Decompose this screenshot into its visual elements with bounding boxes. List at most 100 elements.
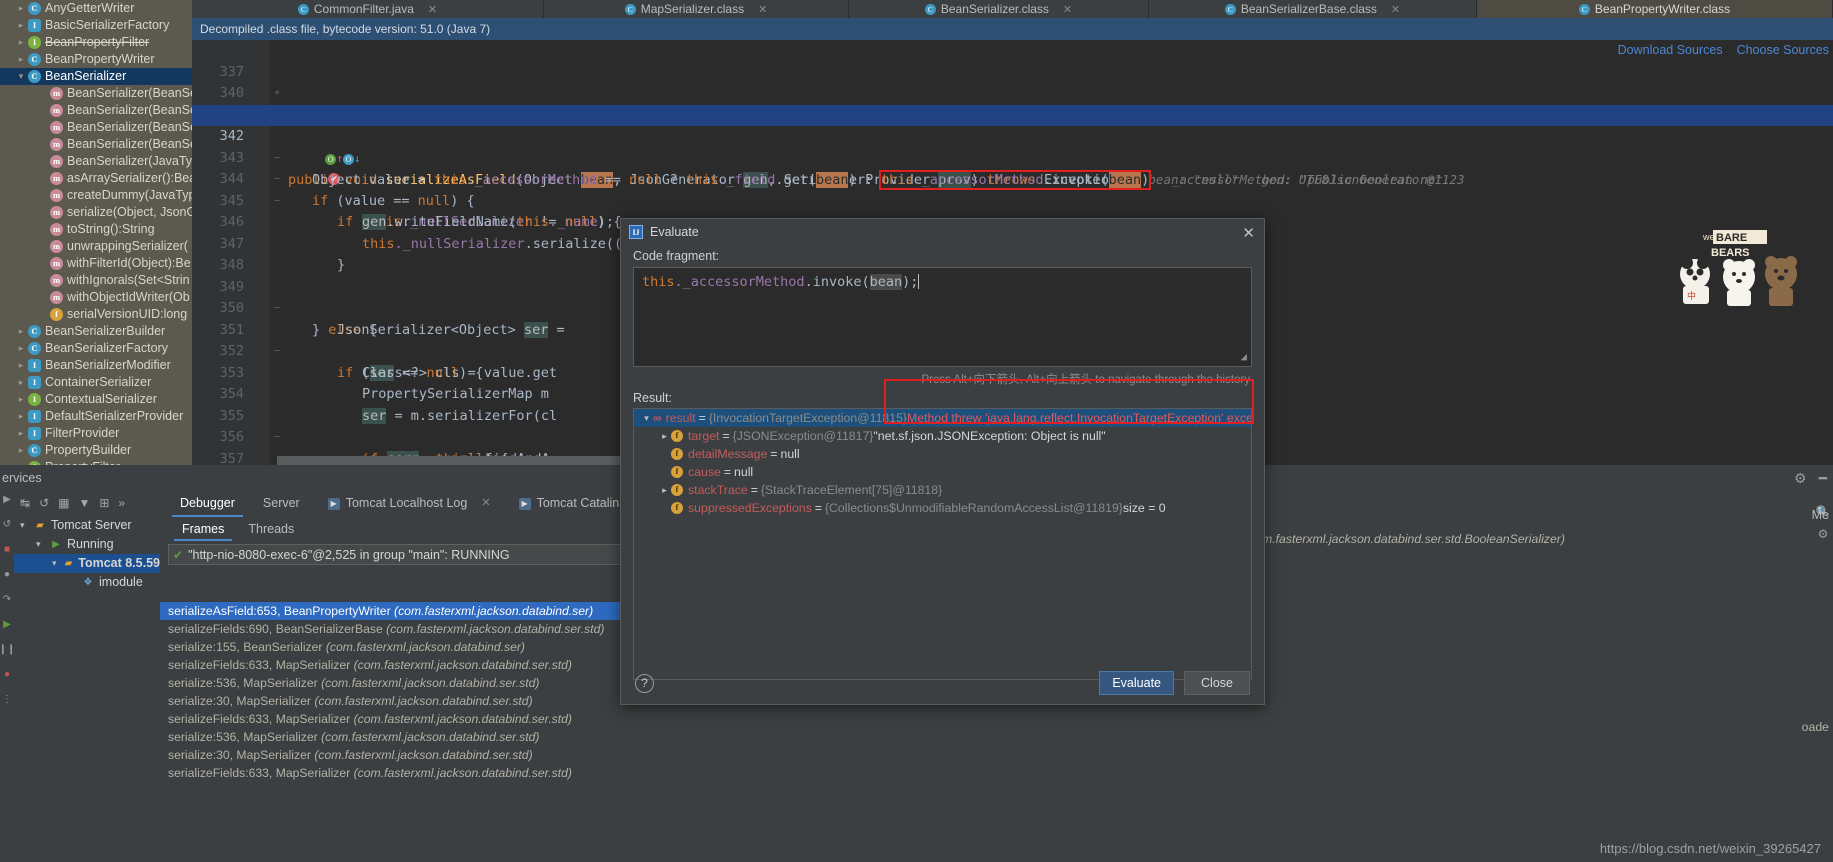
chevron-right-icon[interactable]: ▸ [658, 481, 671, 499]
editor-tab-beanpropertywriter-class[interactable]: C BeanPropertyWriter.class [1477, 0, 1833, 18]
tree-item-withfilterid-object-be[interactable]: m withFilterId(Object):Be [0, 255, 192, 272]
tree-item-withobjectidwriter-ob[interactable]: m withObjectIdWriter(Ob [0, 289, 192, 306]
result-tree[interactable]: ▾ ∞ result = {InvocationTargetException@1181… [633, 408, 1252, 680]
more-options-icon[interactable]: » [118, 496, 125, 510]
tree-item-filterprovider[interactable]: ▸ I FilterProvider [0, 425, 192, 442]
code-line[interactable]: 343 − if (value == null) { [192, 126, 1833, 209]
tree-item-beanserializerbuilder[interactable]: ▸ C BeanSerializerBuilder [0, 323, 192, 340]
filter-icon[interactable]: ▼ [78, 496, 90, 510]
tree-item-beanserializer-beanse[interactable]: m BeanSerializer(BeanSe [0, 85, 192, 102]
close-button[interactable]: Close [1184, 671, 1250, 695]
settings-icon[interactable]: ⚙ [1813, 527, 1833, 541]
close-icon[interactable]: ✕ [1063, 3, 1072, 16]
chevron-right-icon[interactable]: ▸ [14, 17, 28, 34]
debug-tab-server[interactable]: Server [249, 490, 314, 517]
result-row-cause[interactable]: f cause = null [634, 463, 1251, 481]
add-tab-icon[interactable]: ⊞ [99, 496, 109, 510]
close-icon[interactable]: ✕ [481, 490, 490, 517]
services-toolbar[interactable]: ↹ ↺ ▦ ▼ ⊞ » [14, 490, 160, 516]
resume-icon[interactable]: ▶ [3, 619, 11, 630]
terminate-icon[interactable]: ● [4, 669, 10, 680]
debug-tab-debugger[interactable]: Debugger [166, 490, 249, 517]
run-icon[interactable]: ▶ [3, 494, 11, 505]
tree-item-serialize-object-jsong[interactable]: m serialize(Object, JsonG [0, 204, 192, 221]
tree-item-anygetterwriter[interactable]: ▸ C AnyGetterWriter [0, 0, 192, 17]
chevron-right-icon[interactable]: ▸ [14, 357, 28, 374]
tree-item-serialversionuid-long[interactable]: f serialVersionUID:long [0, 306, 192, 323]
editor-tab-beanserializerbase-class[interactable]: C BeanSerializerBase.class ✕ [1149, 0, 1477, 18]
code-fragment-input[interactable]: this._accessorMethod.invoke(bean); ◢ [633, 267, 1252, 367]
expand-editor-icon[interactable]: ◢ [1240, 350, 1247, 363]
debug-icon[interactable]: ● [4, 569, 10, 580]
bottom-header-actions[interactable]: ⚙ ━ [1794, 470, 1827, 487]
chevron-down-icon[interactable]: ▾ [640, 409, 653, 427]
editor-tab-beanserializer-class[interactable]: C BeanSerializer.class ✕ [849, 0, 1149, 18]
tree-item-tostring-string[interactable]: m toString():String [0, 221, 192, 238]
rerun-icon[interactable]: ↺ [3, 519, 11, 530]
tree-item-createdummy-javatyp[interactable]: m createDummy(JavaTyp [0, 187, 192, 204]
tree-item-unwrappingserializer-[interactable]: m unwrappingSerializer( [0, 238, 192, 255]
services-tree-panel[interactable]: ↹ ↺ ▦ ▼ ⊞ » ▾ ▰ Tomcat Server ▾ ▶ Running ▾ ▰ To… [14, 490, 160, 862]
result-row-stacktrace[interactable]: ▸ f stackTrace = {StackTraceElement[75]@1181… [634, 481, 1251, 499]
code-line[interactable]: 337 + public Class<?>[] getViews() { ret… [192, 40, 1833, 123]
stop-icon[interactable]: ■ [4, 544, 10, 555]
chevron-down-icon[interactable]: ▾ [14, 68, 28, 85]
service-item-imodule[interactable]: ❖ imodule [14, 573, 160, 592]
chevron-right-icon[interactable]: ▸ [14, 425, 28, 442]
expand-all-icon[interactable]: ↹ [20, 496, 30, 510]
evaluate-dialog[interactable]: IJ Evaluate ✕ Code fragment: this._acces… [620, 218, 1265, 705]
editor-tab-bar[interactable]: C CommonFilter.java ✕ C MapSerializer.class ✕… [192, 0, 1833, 18]
tree-item-asarrayserializer-bea[interactable]: m asArraySerializer():Bea [0, 170, 192, 187]
tree-item-propertybuilder[interactable]: ▸ C PropertyBuilder [0, 442, 192, 459]
service-item-tomcat-8-5-59[interactable]: ▾ ▰ Tomcat 8.5.59 [14, 554, 160, 573]
code-line[interactable]: 346 this._nullSerializer.serialize((Obje… [192, 191, 1833, 252]
frames-tab-frames[interactable]: Frames [170, 517, 236, 541]
code-line[interactable]: 344 − if (this._nullSerializer != null) … [192, 148, 1833, 230]
close-icon[interactable]: ✕ [758, 3, 767, 16]
chevron-right-icon[interactable]: ▸ [14, 340, 28, 357]
evaluate-button[interactable]: Evaluate [1099, 671, 1174, 695]
frames-tab-threads[interactable]: Threads [236, 517, 306, 541]
close-icon[interactable]: ✕ [428, 3, 437, 16]
tree-item-defaultserializerprovider[interactable]: ▸ I DefaultSerializerProvider [0, 408, 192, 425]
chevron-down-icon[interactable]: ▾ [36, 535, 49, 554]
more-icon[interactable]: ⋮ [2, 694, 12, 705]
chevron-right-icon[interactable]: ▸ [14, 391, 28, 408]
tree-item-beanserializerfactory[interactable]: ▸ C BeanSerializerFactory [0, 340, 192, 357]
chevron-right-icon[interactable]: ▸ [14, 0, 28, 17]
step-over-icon[interactable]: ↷ [3, 594, 11, 605]
tree-item-beanpropertywriter[interactable]: ▸ C BeanPropertyWriter [0, 51, 192, 68]
tree-item-beanserializer[interactable]: ▾ C BeanSerializer [0, 68, 192, 85]
tree-item-beanserializer-beanse[interactable]: m BeanSerializer(BeanSe [0, 136, 192, 153]
chevron-right-icon[interactable]: ▸ [14, 51, 28, 68]
tree-item-containerserializer[interactable]: ▸ I ContainerSerializer [0, 374, 192, 391]
result-row-suppressedexceptions[interactable]: f suppressedExceptions = {Collections$Unmod… [634, 499, 1251, 517]
collapse-all-icon[interactable]: ↺ [39, 496, 49, 510]
group-icon[interactable]: ▦ [58, 496, 69, 510]
chevron-right-icon[interactable]: ▸ [14, 408, 28, 425]
chevron-right-icon[interactable]: ▸ [14, 442, 28, 459]
help-button[interactable]: ? [635, 673, 654, 693]
chevron-down-icon[interactable]: ▾ [52, 554, 63, 573]
code-line-current[interactable]: 342 Object value = this._accessorMethod … [192, 104, 1833, 192]
code-line[interactable]: 341 O↑O↓ − public void serializeAsField(… [192, 83, 1833, 188]
result-row-result[interactable]: ▾ ∞ result = {InvocationTargetException@1181… [634, 409, 1251, 427]
tree-item-basicserializerfactory[interactable]: ▸ I BasicSerializerFactory [0, 17, 192, 34]
editor-tab-commonfilter-java[interactable]: C CommonFilter.java ✕ [192, 0, 544, 18]
tree-item-beanserializer-beanse[interactable]: m BeanSerializer(BeanSe [0, 119, 192, 136]
code-line[interactable]: 340 [192, 62, 1833, 101]
tree-item-contextualserializer[interactable]: ▸ I ContextualSerializer [0, 391, 192, 408]
settings-gear-icon[interactable]: ⚙ [1794, 470, 1807, 487]
minimize-icon[interactable]: ━ [1819, 470, 1827, 487]
result-row-target[interactable]: ▸ f target = {JSONException@11817} "net.sf.j… [634, 427, 1251, 445]
debug-tab-tomcat-localhost-log[interactable]: ▶ Tomcat Localhost Log ✕ [314, 490, 505, 517]
services-tree-rows[interactable]: ▾ ▰ Tomcat Server ▾ ▶ Running ▾ ▰ Tomcat 8.5.59 ❖… [14, 516, 160, 592]
project-tree[interactable]: ▸ C AnyGetterWriter ▸ I BasicSerializerFactor… [0, 0, 192, 470]
chevron-right-icon[interactable]: ▸ [14, 34, 28, 51]
chevron-down-icon[interactable]: ▾ [20, 516, 33, 535]
tree-item-beanserializermodifier[interactable]: ▸ I BeanSerializerModifier [0, 357, 192, 374]
chevron-right-icon[interactable]: ▸ [658, 427, 671, 445]
close-icon[interactable]: ✕ [1391, 3, 1400, 16]
code-line[interactable]: 345 gen.writeFieldName(this._name); [192, 169, 1833, 230]
tree-item-beanserializer-javatyp[interactable]: m BeanSerializer(JavaTyp [0, 153, 192, 170]
